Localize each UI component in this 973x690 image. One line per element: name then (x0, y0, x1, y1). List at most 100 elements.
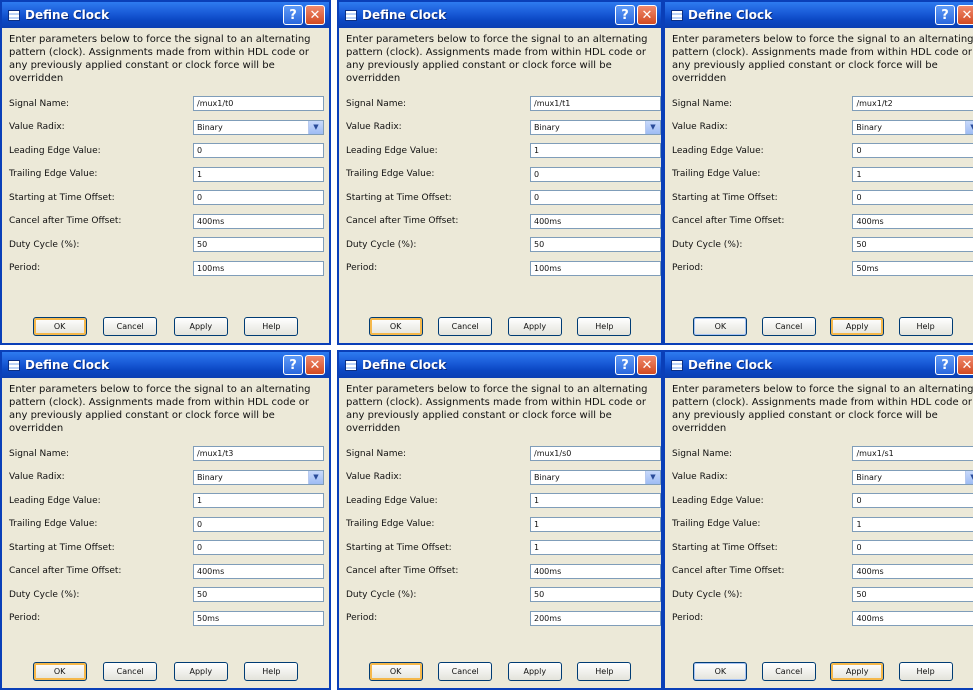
title-bar[interactable]: Define Clock ? ✕ (339, 352, 661, 378)
duty-cycle-input[interactable]: 50 (530, 587, 661, 603)
chevron-down-icon[interactable]: ▼ (308, 470, 323, 484)
value-radix-select[interactable]: Binary ▼ (193, 469, 324, 485)
duty-cycle-input[interactable]: 50 (193, 237, 324, 253)
ok-button[interactable]: OK (32, 317, 87, 336)
title-bar[interactable]: Define Clock ? ✕ (339, 2, 661, 28)
cancel-offset-input[interactable]: 400ms (852, 213, 973, 229)
start-offset-input[interactable]: 0 (530, 190, 661, 206)
signal-name-input[interactable]: /mux1/s0 (530, 446, 661, 462)
help-button[interactable]: Help (577, 317, 632, 336)
start-offset-input[interactable]: 1 (530, 540, 661, 556)
close-icon[interactable]: ✕ (637, 355, 657, 375)
ok-button[interactable]: OK (368, 317, 423, 336)
help-icon[interactable]: ? (615, 355, 635, 375)
signal-name-input[interactable]: /mux1/t0 (193, 96, 324, 112)
close-icon[interactable]: ✕ (305, 355, 325, 375)
help-icon[interactable]: ? (935, 355, 955, 375)
apply-button[interactable]: Apply (830, 317, 885, 336)
help-button[interactable]: Help (244, 317, 299, 336)
signal-name-input[interactable]: /mux1/t2 (852, 96, 973, 112)
apply-button[interactable]: Apply (830, 662, 885, 681)
start-offset-input[interactable]: 0 (852, 540, 973, 556)
help-icon[interactable]: ? (283, 5, 303, 25)
leading-edge-input[interactable]: 1 (193, 493, 324, 509)
chevron-down-icon[interactable]: ▼ (965, 470, 973, 484)
help-button[interactable]: Help (898, 662, 953, 681)
duty-cycle-input[interactable]: 50 (852, 237, 973, 253)
cancel-button[interactable]: Cancel (438, 662, 493, 681)
cancel-offset-input[interactable]: 400ms (193, 213, 324, 229)
close-icon[interactable]: ✕ (305, 5, 325, 25)
chevron-down-icon[interactable]: ▼ (645, 120, 660, 134)
chevron-down-icon[interactable]: ▼ (645, 470, 660, 484)
title-bar[interactable]: Define Clock ? ✕ (2, 352, 329, 378)
period-input[interactable]: 100ms (193, 260, 324, 276)
leading-edge-input[interactable]: 1 (530, 143, 661, 159)
period-input[interactable]: 400ms (852, 610, 973, 626)
trailing-edge-input[interactable]: 0 (193, 516, 324, 532)
value-radix-select[interactable]: Binary ▼ (852, 119, 973, 135)
help-button[interactable]: Help (577, 662, 632, 681)
help-button[interactable]: Help (898, 317, 953, 336)
cancel-offset-input[interactable]: 400ms (193, 563, 324, 579)
trailing-edge-input[interactable]: 1 (193, 166, 324, 182)
trailing-edge-input[interactable]: 1 (852, 516, 973, 532)
leading-edge-input[interactable]: 1 (530, 493, 661, 509)
ok-button[interactable]: OK (693, 317, 748, 336)
value-radix-select[interactable]: Binary ▼ (530, 469, 661, 485)
apply-button[interactable]: Apply (507, 317, 562, 336)
apply-button[interactable]: Apply (173, 317, 228, 336)
leading-edge-input[interactable]: 0 (852, 143, 973, 159)
cancel-button[interactable]: Cancel (438, 317, 493, 336)
start-offset-input[interactable]: 0 (193, 190, 324, 206)
button-row: OK Cancel Apply Help (339, 317, 661, 336)
help-icon[interactable]: ? (935, 5, 955, 25)
trailing-edge-input[interactable]: 1 (852, 166, 973, 182)
chevron-down-icon[interactable]: ▼ (965, 120, 973, 134)
cancel-button[interactable]: Cancel (761, 662, 816, 681)
value-radix-select[interactable]: Binary ▼ (193, 119, 324, 135)
cancel-offset-input[interactable]: 400ms (852, 563, 973, 579)
leading-edge-input[interactable]: 0 (852, 493, 973, 509)
cancel-offset-input[interactable]: 400ms (530, 213, 661, 229)
ok-button[interactable]: OK (368, 662, 423, 681)
trailing-edge-input[interactable]: 1 (530, 516, 661, 532)
duty-cycle-input[interactable]: 50 (193, 587, 324, 603)
start-offset-input[interactable]: 0 (193, 540, 324, 556)
help-icon[interactable]: ? (615, 5, 635, 25)
signal-name-input[interactable]: /mux1/t1 (530, 96, 661, 112)
ok-button[interactable]: OK (32, 662, 87, 681)
cancel-button[interactable]: Cancel (103, 662, 158, 681)
help-button[interactable]: Help (244, 662, 299, 681)
cancel-offset-input[interactable]: 400ms (530, 563, 661, 579)
duty-cycle-input[interactable]: 50 (530, 237, 661, 253)
apply-button[interactable]: Apply (507, 662, 562, 681)
chevron-down-icon[interactable]: ▼ (308, 120, 323, 134)
help-icon[interactable]: ? (283, 355, 303, 375)
leading-edge-row: Leading Edge Value: 0 (670, 489, 973, 513)
close-icon[interactable]: ✕ (957, 5, 973, 25)
close-icon[interactable]: ✕ (957, 355, 973, 375)
start-offset-input[interactable]: 0 (852, 190, 973, 206)
duty-cycle-input[interactable]: 50 (852, 587, 973, 603)
apply-button[interactable]: Apply (173, 662, 228, 681)
trailing-edge-input[interactable]: 0 (530, 166, 661, 182)
title-bar[interactable]: Define Clock ? ✕ (2, 2, 329, 28)
title-bar[interactable]: Define Clock ? ✕ (665, 352, 973, 378)
period-input[interactable]: 100ms (530, 260, 661, 276)
leading-edge-input[interactable]: 0 (193, 143, 324, 159)
title-bar[interactable]: Define Clock ? ✕ (665, 2, 973, 28)
close-icon[interactable]: ✕ (637, 5, 657, 25)
ok-button[interactable]: OK (693, 662, 748, 681)
signal-name-input[interactable]: /mux1/s1 (852, 446, 973, 462)
define-clock-dialog: Define Clock ? ✕ Enter parameters below … (663, 350, 973, 690)
period-input[interactable]: 200ms (530, 610, 661, 626)
trailing-edge-row: Trailing Edge Value: 1 (670, 513, 973, 537)
value-radix-select[interactable]: Binary ▼ (852, 469, 973, 485)
cancel-button[interactable]: Cancel (761, 317, 816, 336)
period-input[interactable]: 50ms (852, 260, 973, 276)
signal-name-input[interactable]: /mux1/t3 (193, 446, 324, 462)
cancel-button[interactable]: Cancel (103, 317, 158, 336)
value-radix-select[interactable]: Binary ▼ (530, 119, 661, 135)
period-input[interactable]: 50ms (193, 610, 324, 626)
